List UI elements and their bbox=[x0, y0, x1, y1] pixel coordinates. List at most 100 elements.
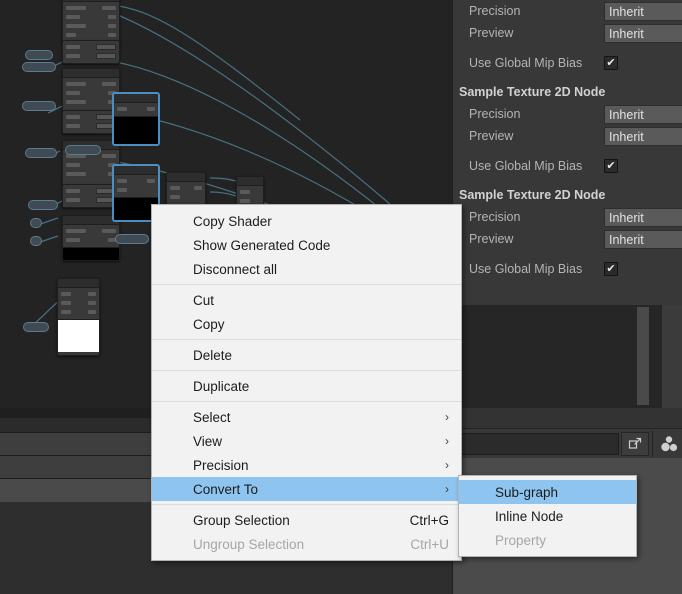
menu-item-label: Cut bbox=[193, 292, 215, 308]
graph-property-pill[interactable] bbox=[22, 62, 56, 72]
menu-item-label: Delete bbox=[193, 347, 233, 363]
row-label: Preview bbox=[469, 25, 514, 40]
inspector-row-preview[interactable]: Preview Inherit bbox=[453, 228, 682, 250]
chevron-right-icon: › bbox=[445, 482, 449, 496]
expand-button[interactable] bbox=[621, 431, 649, 456]
side-gutter bbox=[662, 305, 682, 409]
menu-item-delete[interactable]: Delete bbox=[152, 343, 461, 367]
inspector-panel: Precision Inherit Preview Inherit Use Gl… bbox=[452, 0, 682, 330]
menu-separator bbox=[152, 504, 461, 505]
precision-dropdown[interactable]: Inherit bbox=[604, 1, 682, 21]
inspector-row-use-global-mip-bias[interactable]: Use Global Mip Bias ✔ bbox=[453, 44, 682, 82]
menu-item-label: Convert To bbox=[193, 481, 259, 497]
inspector-row-use-global-mip-bias[interactable]: Use Global Mip Bias ✔ bbox=[453, 250, 682, 288]
menu-item-label: Copy Shader bbox=[193, 213, 272, 229]
inspector-row-precision[interactable]: Precision Inherit bbox=[453, 103, 682, 125]
menu-item-label: View bbox=[193, 433, 223, 449]
node-preview-button[interactable] bbox=[656, 432, 682, 456]
inspector-row-preview[interactable]: Preview Inherit bbox=[453, 22, 682, 44]
submenu-item-property: Property bbox=[459, 528, 636, 552]
graph-property-pill[interactable] bbox=[65, 145, 101, 155]
menu-separator bbox=[152, 284, 461, 285]
use-global-mip-bias-checkbox[interactable]: ✔ bbox=[604, 159, 618, 173]
menu-item-precision[interactable]: Precision › bbox=[152, 453, 461, 477]
row-label: Use Global Mip Bias bbox=[469, 261, 583, 276]
vertical-scrollbar[interactable] bbox=[637, 307, 649, 405]
graph-property-pill[interactable] bbox=[28, 200, 58, 210]
menu-item-label: Show Generated Code bbox=[193, 237, 331, 253]
section-heading: Sample Texture 2D Node bbox=[459, 188, 606, 202]
menu-item-label: Select bbox=[193, 409, 231, 425]
graph-node[interactable] bbox=[57, 278, 100, 356]
menu-item-convert-to[interactable]: Convert To › bbox=[152, 477, 461, 501]
inspector-section: Precision Inherit Preview Inherit Use Gl… bbox=[453, 0, 682, 82]
sphere-icon bbox=[661, 435, 678, 451]
shader-graph-window: Precision Inherit Preview Inherit Use Gl… bbox=[0, 0, 682, 594]
precision-dropdown[interactable]: Inherit bbox=[604, 104, 682, 124]
precision-dropdown[interactable]: Inherit bbox=[604, 207, 682, 227]
row-label: Preview bbox=[469, 128, 514, 143]
menu-item-copy-shader[interactable]: Copy Shader bbox=[152, 209, 461, 233]
bottom-toolbar bbox=[452, 428, 682, 458]
chevron-right-icon: › bbox=[445, 410, 449, 424]
submenu-item-sub-graph[interactable]: Sub-graph bbox=[459, 480, 636, 504]
search-input[interactable] bbox=[454, 432, 619, 455]
graph-node[interactable] bbox=[62, 215, 120, 261]
graph-property-pill[interactable] bbox=[25, 148, 57, 158]
graph-node[interactable] bbox=[62, 184, 120, 208]
menu-separator bbox=[152, 339, 461, 340]
menu-item-copy[interactable]: Copy bbox=[152, 312, 461, 336]
chevron-right-icon: › bbox=[445, 434, 449, 448]
graph-property-pill[interactable] bbox=[25, 50, 53, 60]
graph-node[interactable] bbox=[113, 93, 159, 145]
menu-item-group-selection[interactable]: Group Selection Ctrl+G bbox=[152, 508, 461, 532]
menu-item-label: Precision bbox=[193, 457, 249, 473]
graph-property-pill[interactable] bbox=[115, 234, 149, 244]
inspector-section: Sample Texture 2D Node Precision Inherit… bbox=[453, 82, 682, 185]
row-label: Preview bbox=[469, 231, 514, 246]
preview-dropdown[interactable]: Inherit bbox=[604, 229, 682, 249]
menu-item-shortcut: Ctrl+G bbox=[409, 512, 449, 528]
inspector-section: Sample Texture 2D Node Precision Inherit… bbox=[453, 185, 682, 288]
inspector-row-precision[interactable]: Precision Inherit bbox=[453, 0, 682, 22]
submenu-item-label: Property bbox=[495, 532, 547, 548]
inspector-row-use-global-mip-bias[interactable]: Use Global Mip Bias ✔ bbox=[453, 147, 682, 185]
graph-node[interactable] bbox=[62, 40, 120, 64]
section-heading: Sample Texture 2D Node bbox=[459, 85, 606, 99]
context-menu[interactable]: Copy Shader Show Generated Code Disconne… bbox=[151, 204, 462, 561]
preview-dropdown[interactable]: Inherit bbox=[604, 126, 682, 146]
menu-item-disconnect-all[interactable]: Disconnect all bbox=[152, 257, 461, 281]
graph-property-pill[interactable] bbox=[30, 236, 42, 246]
preview-dropdown[interactable]: Inherit bbox=[604, 23, 682, 43]
menu-item-duplicate[interactable]: Duplicate bbox=[152, 374, 461, 398]
convert-to-submenu[interactable]: Sub-graph Inline Node Property bbox=[458, 475, 637, 557]
menu-separator bbox=[152, 401, 461, 402]
menu-item-label: Disconnect all bbox=[193, 261, 278, 277]
inspector-row-preview[interactable]: Preview Inherit bbox=[453, 125, 682, 147]
graph-node[interactable] bbox=[62, 0, 120, 44]
menu-item-select[interactable]: Select › bbox=[152, 405, 461, 429]
graph-property-pill[interactable] bbox=[30, 218, 42, 228]
graph-property-pill[interactable] bbox=[23, 322, 49, 332]
use-global-mip-bias-checkbox[interactable]: ✔ bbox=[604, 56, 618, 70]
expand-icon bbox=[628, 437, 642, 449]
menu-item-shortcut: Ctrl+U bbox=[410, 536, 449, 552]
row-label: Use Global Mip Bias bbox=[469, 55, 583, 70]
submenu-item-inline-node[interactable]: Inline Node bbox=[459, 504, 636, 528]
menu-item-cut[interactable]: Cut bbox=[152, 288, 461, 312]
menu-separator bbox=[152, 370, 461, 371]
graph-node[interactable] bbox=[62, 110, 120, 134]
row-label: Precision bbox=[469, 209, 521, 224]
node-body bbox=[63, 2, 119, 42]
toolbar-separator bbox=[652, 430, 653, 457]
row-label: Use Global Mip Bias bbox=[469, 158, 583, 173]
row-label: Precision bbox=[469, 3, 521, 18]
inspector-row-precision[interactable]: Precision Inherit bbox=[453, 206, 682, 228]
submenu-item-label: Sub-graph bbox=[495, 484, 559, 500]
graph-property-pill[interactable] bbox=[22, 101, 56, 111]
menu-item-show-generated-code[interactable]: Show Generated Code bbox=[152, 233, 461, 257]
graph-node[interactable] bbox=[62, 68, 120, 112]
use-global-mip-bias-checkbox[interactable]: ✔ bbox=[604, 262, 618, 276]
menu-item-view[interactable]: View › bbox=[152, 429, 461, 453]
graph-node[interactable] bbox=[236, 176, 264, 206]
